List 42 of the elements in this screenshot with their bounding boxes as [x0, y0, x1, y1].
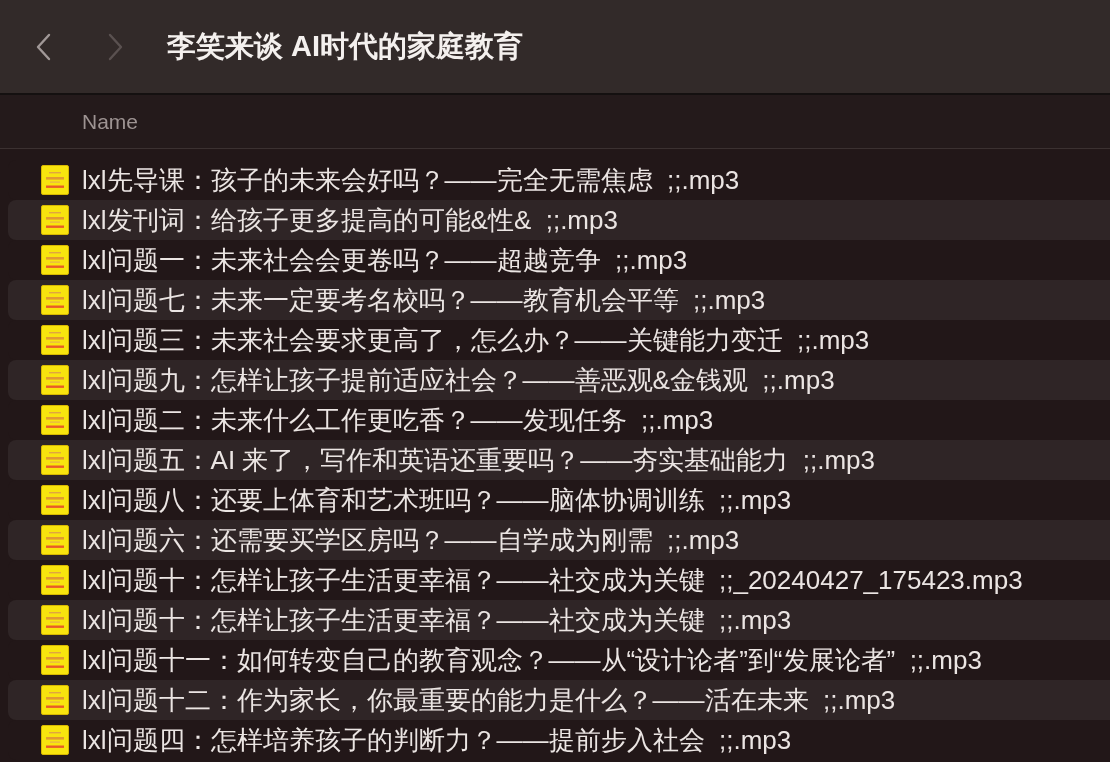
file-row[interactable]: lxl问题六：还需要买学区房吗？——自学成为刚需 ;;.mp3	[8, 520, 1110, 560]
column-header[interactable]: Name	[82, 109, 139, 134]
file-row[interactable]: lxl问题五：AI 来了，写作和英语还重要吗？——夯实基础能力 ;;.mp3	[8, 440, 1110, 480]
file-row[interactable]: lxl发刊词：给孩子更多提高的可能&性& ;;.mp3	[8, 200, 1110, 240]
file-row[interactable]: lxl问题十：怎样让孩子生活更幸福？——社交成为关键 ;;.mp3	[8, 600, 1110, 640]
chevron-right-icon	[107, 32, 124, 61]
file-name: lxl问题四：怎样培养孩子的判断力？——提前步入社会 ;;.mp3	[82, 724, 792, 756]
file-name: lxl问题十：怎样让孩子生活更幸福？——社交成为关键 ;;_20240427_175423.mp3	[82, 564, 1023, 596]
file-name: lxl问题十：怎样让孩子生活更幸福？——社交成为关键 ;;.mp3	[82, 604, 792, 636]
file-row[interactable]: lxl问题九：怎样让孩子提前适应社会？——善恶观&金钱观 ;;.mp3	[8, 360, 1110, 400]
file-name: lxl问题五：AI 来了，写作和英语还重要吗？——夯实基础能力 ;;.mp3	[82, 444, 876, 476]
file-icon	[41, 445, 69, 475]
file-icon	[41, 645, 69, 675]
file-icon	[41, 325, 69, 355]
file-name: lxl问题十二：作为家长，你最重要的能力是什么？——活在未来 ;;.mp3	[82, 684, 896, 716]
file-name: lxl问题一：未来社会会更卷吗？——超越竞争 ;;.mp3	[82, 244, 688, 276]
file-name: lxl先导课：孩子的未来会好吗？——完全无需焦虑 ;;.mp3	[82, 164, 740, 196]
file-row[interactable]: lxl问题十二：作为家长，你最重要的能力是什么？——活在未来 ;;.mp3	[8, 680, 1110, 720]
file-icon	[41, 285, 69, 315]
file-icon	[41, 485, 69, 515]
file-name: lxl问题八：还要上体育和艺术班吗？——脑体协调训练 ;;.mp3	[82, 484, 792, 516]
file-icon	[41, 525, 69, 555]
file-name: lxl问题九：怎样让孩子提前适应社会？——善恶观&金钱观 ;;.mp3	[82, 364, 835, 396]
file-icon	[41, 565, 69, 595]
file-name: lxl问题三：未来社会要求更高了，怎么办？——关键能力变迁 ;;.mp3	[82, 324, 870, 356]
file-icon	[41, 725, 69, 755]
window-title: 李笑来谈 AI时代的家庭教育	[167, 28, 524, 64]
file-icon	[41, 245, 69, 275]
chevron-left-icon	[35, 32, 52, 61]
file-icon	[41, 685, 69, 715]
file-icon	[41, 605, 69, 635]
file-icon	[41, 205, 69, 235]
file-name: lxl问题二：未来什么工作更吃香？——发现任务 ;;.mp3	[82, 404, 714, 436]
file-name: lxl问题七：未来一定要考名校吗？——教育机会平等 ;;.mp3	[82, 284, 766, 316]
back-button[interactable]	[35, 32, 52, 61]
file-icon	[41, 165, 69, 195]
file-row[interactable]: lxl问题七：未来一定要考名校吗？——教育机会平等 ;;.mp3	[8, 280, 1110, 320]
file-name: lxl问题六：还需要买学区房吗？——自学成为刚需 ;;.mp3	[82, 524, 740, 556]
file-icon	[41, 365, 69, 395]
file-icon	[41, 405, 69, 435]
file-name: lxl问题十一：如何转变自己的教育观念？——从“设计论者”到“发展论者” ;;.mp3	[82, 644, 982, 676]
file-name: lxl发刊词：给孩子更多提高的可能&性& ;;.mp3	[82, 204, 618, 236]
